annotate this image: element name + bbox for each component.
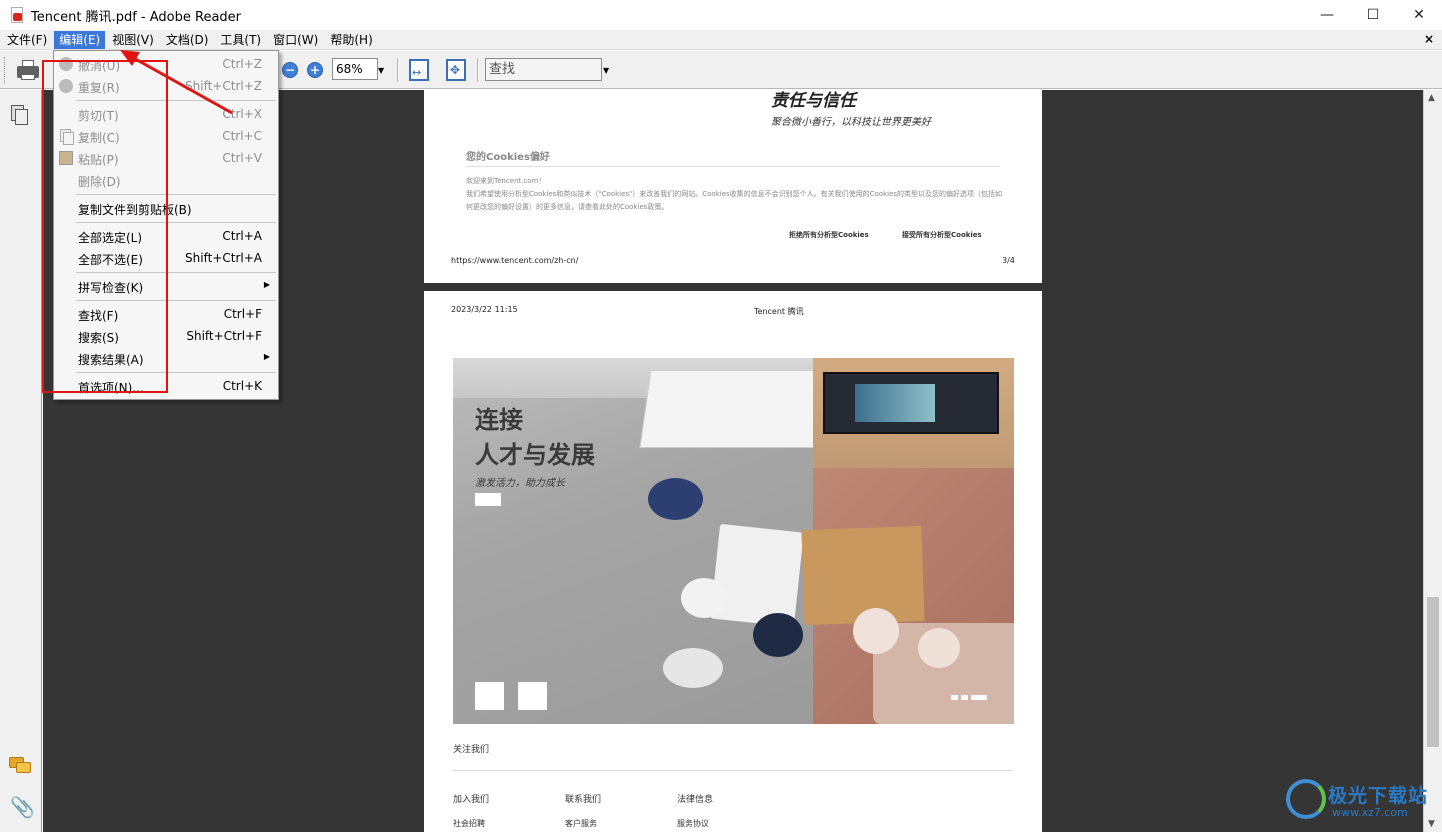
footer-item: 服务协议 xyxy=(677,819,709,828)
watermark-brand: 极光下载站 xyxy=(1328,785,1429,807)
table xyxy=(710,523,804,628)
page-url: https://www.tencent.com/zh-cn/ xyxy=(451,256,579,265)
menu-window[interactable]: 窗口(W) xyxy=(268,31,323,49)
footer-column-title: 法律信息 xyxy=(677,795,714,805)
follow-us-label: 关注我们 xyxy=(453,745,490,755)
cookie-text: 欢迎来到Tencent.com！ 我们希望使用分析型Cookies和类似技术（"… xyxy=(466,175,1006,214)
page-number: 3/4 xyxy=(1002,256,1015,265)
close-button[interactable]: ✕ xyxy=(1396,0,1442,30)
footer-item: 社会招聘 xyxy=(453,819,485,828)
adobe-pdf-icon xyxy=(9,7,25,23)
zoom-dropdown-icon[interactable]: ▼ xyxy=(378,66,384,75)
annotation-highlight-box xyxy=(42,60,168,393)
menu-document[interactable]: 文档(D) xyxy=(161,31,214,49)
footer-column-title: 联系我们 xyxy=(565,795,602,805)
window-title: Tencent 腾讯.pdf - Adobe Reader xyxy=(31,9,242,25)
menu-edit[interactable]: 编辑(E) xyxy=(54,30,106,49)
fit-page-icon[interactable] xyxy=(446,59,466,81)
watermark-logo-icon xyxy=(1286,779,1326,819)
menu-tools[interactable]: 工具(T) xyxy=(215,31,266,49)
pdf-page: 2023/3/22 11:15 Tencent 腾讯 连接 人才与发展 激发活力… xyxy=(424,291,1042,832)
divider xyxy=(453,770,1013,771)
zoom-level-input[interactable]: 68% xyxy=(332,58,378,80)
navigation-pane: 📎 xyxy=(0,90,42,832)
hero-square-placeholder xyxy=(475,682,504,710)
submenu-arrow-icon: ▶ xyxy=(263,280,270,289)
page-heading: 责任与信任 xyxy=(771,91,856,111)
find-input[interactable]: 查找 xyxy=(485,58,602,81)
page-subheading: 聚合微小善行，以科技让世界更美好 xyxy=(771,117,931,128)
menu-bar: 文件(F) 编辑(E) 视图(V) 文档(D) 工具(T) 窗口(W) 帮助(H… xyxy=(0,30,1442,50)
toolbar-grip[interactable] xyxy=(4,56,7,83)
hero-image: 连接 人才与发展 激发活力，助力成长 xyxy=(453,358,1014,724)
attachment-icon[interactable]: 📎 xyxy=(10,795,35,819)
hero-title: 人才与发展 xyxy=(475,441,595,469)
footer-item: 客户服务 xyxy=(565,819,597,828)
comments-icon[interactable] xyxy=(9,757,31,775)
toolbar-separator xyxy=(477,58,479,82)
carousel-dots xyxy=(951,695,987,700)
tv-screen xyxy=(823,372,999,434)
pages-icon[interactable] xyxy=(11,105,29,125)
close-document-icon[interactable]: × xyxy=(1424,32,1434,46)
hero-title: 连接 xyxy=(475,406,523,434)
cookie-body: 我们希望使用分析型Cookies和类似技术（"Cookies"）来改善我们的网站… xyxy=(466,190,1003,211)
accept-cookies-link: 接受所有分析型Cookies xyxy=(902,231,982,239)
menu-file[interactable]: 文件(F) xyxy=(2,31,52,49)
reject-cookies-link: 拒绝所有分析型Cookies xyxy=(789,231,869,239)
scroll-thumb[interactable] xyxy=(1427,597,1439,747)
watermark: 极光下载站 www.xz7.com xyxy=(1282,776,1432,826)
watermark-url: www.xz7.com xyxy=(1332,806,1408,819)
hero-tagline: 激发活力，助力成长 xyxy=(475,478,565,489)
page-header: Tencent 腾讯 xyxy=(754,307,804,316)
print-icon[interactable] xyxy=(16,59,40,83)
zoom-out-icon[interactable]: − xyxy=(282,62,298,78)
window-controls: — ☐ ✕ xyxy=(1304,0,1442,30)
whiteboard xyxy=(639,370,831,448)
scroll-up-icon[interactable]: ▲ xyxy=(1428,93,1435,103)
zoom-in-icon[interactable]: + xyxy=(307,62,323,78)
cookie-welcome: 欢迎来到Tencent.com！ xyxy=(466,177,546,185)
pdf-page: 责任与信任 聚合微小善行，以科技让世界更美好 您的Cookies偏好 欢迎来到T… xyxy=(424,90,1042,283)
toolbar-separator xyxy=(397,58,399,82)
title-bar: Tencent 腾讯.pdf - Adobe Reader — ☐ ✕ xyxy=(0,0,1442,30)
menu-help[interactable]: 帮助(H) xyxy=(325,31,377,49)
page-date: 2023/3/22 11:15 xyxy=(451,305,518,314)
vertical-scrollbar[interactable]: ▲ ▼ xyxy=(1423,90,1442,832)
desk xyxy=(801,525,925,626)
cookie-title: 您的Cookies偏好 xyxy=(466,152,550,163)
maximize-button[interactable]: ☐ xyxy=(1350,0,1396,30)
footer-column-title: 加入我们 xyxy=(453,795,490,805)
find-dropdown-icon[interactable]: ▼ xyxy=(603,66,609,75)
submenu-arrow-icon: ▶ xyxy=(263,352,270,361)
divider xyxy=(466,166,1000,167)
menu-view[interactable]: 视图(V) xyxy=(107,31,159,49)
hero-button-placeholder xyxy=(475,493,501,506)
fit-width-icon[interactable] xyxy=(409,59,429,81)
hero-square-placeholder xyxy=(518,682,547,710)
minimize-button[interactable]: — xyxy=(1304,0,1350,30)
